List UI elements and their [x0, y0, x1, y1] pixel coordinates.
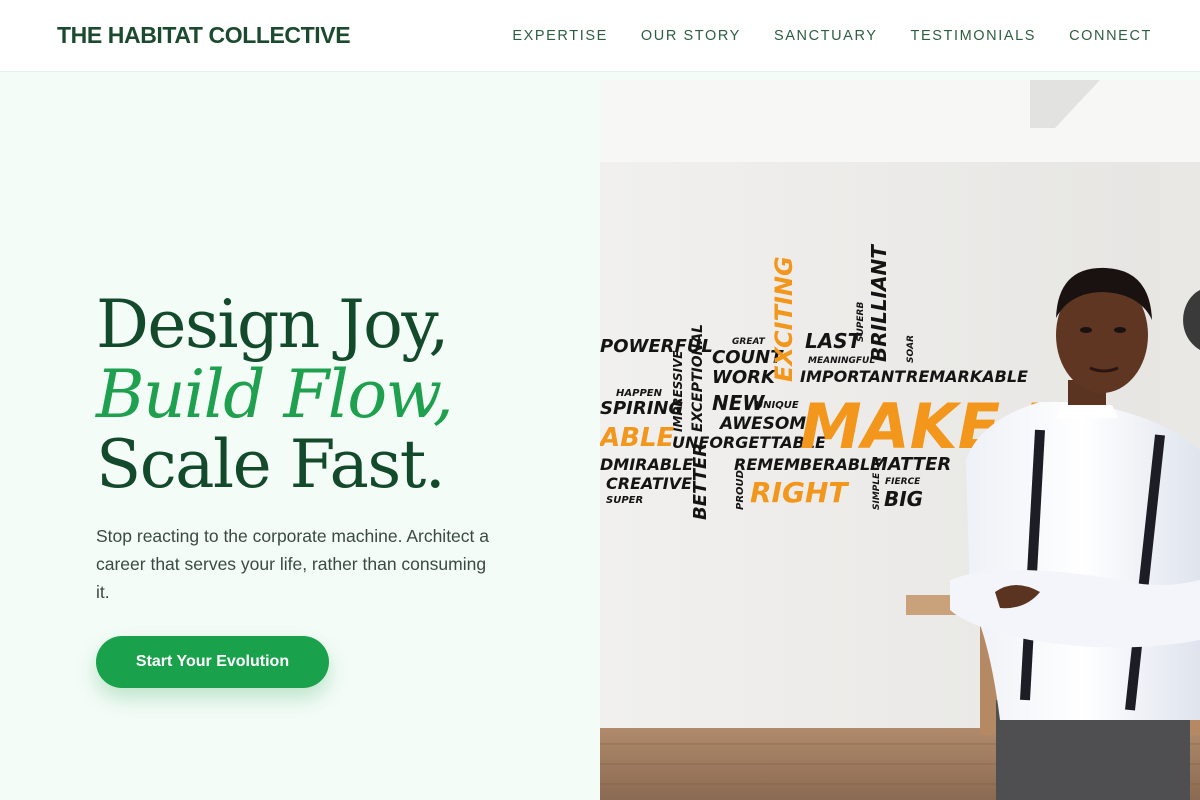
word-super: SUPER — [606, 495, 643, 506]
left-eye — [1080, 327, 1092, 333]
word-right: RIGHT — [750, 476, 849, 509]
word-matter: MATTER — [870, 454, 951, 475]
word-exceptional: EXCEPTIONAL — [690, 324, 706, 432]
word-dmirable: DMIRABLE — [600, 455, 693, 474]
word-meaningful: MEANINGFUL — [808, 356, 875, 366]
word-remarkable: REMARKABLE — [906, 367, 1028, 386]
nav-our-story[interactable]: OUR STORY — [641, 28, 741, 44]
word-better: BETTER — [690, 443, 711, 520]
hero-text: Design Joy, Build Flow, Scale Fast. Stop… — [96, 290, 576, 606]
site-header: THE HABITAT COLLECTIVE EXPERTISE OUR STO… — [0, 0, 1200, 72]
main-nav: EXPERTISE OUR STORY SANCTUARY TESTIMONIA… — [512, 28, 1152, 44]
word-work: WORK — [712, 367, 777, 388]
ceiling — [600, 80, 1200, 162]
collar — [1056, 405, 1118, 418]
word-exciting: EXCITING — [770, 256, 798, 382]
word-big: BIG — [884, 487, 923, 511]
nav-connect[interactable]: CONNECT — [1069, 28, 1152, 44]
word-superb: SUPERB — [856, 302, 866, 342]
nav-expertise[interactable]: EXPERTISE — [512, 28, 608, 44]
start-evolution-button[interactable]: Start Your Evolution — [96, 636, 329, 688]
headline-line-3: Scale Fast. — [96, 426, 446, 503]
word-soar: SOAR — [906, 335, 916, 363]
headline-line-2: Build Flow, — [96, 356, 454, 433]
nav-sanctuary[interactable]: SANCTUARY — [774, 28, 878, 44]
word-unique: UNIQUE — [755, 400, 799, 411]
word-great: GREAT — [732, 337, 766, 347]
word-creative: CREATIVE — [606, 474, 692, 493]
nav-testimonials[interactable]: TESTIMONIALS — [911, 28, 1037, 44]
word-important: IMPORTANT — [800, 367, 906, 386]
word-able: ABLE — [600, 423, 675, 453]
hero-headline: Design Joy, Build Flow, Scale Fast. — [96, 290, 576, 500]
hero-subtext: Stop reacting to the corporate machine. … — [96, 526, 489, 602]
right-eye — [1114, 327, 1126, 333]
word-proud: PROUD — [735, 470, 746, 510]
white-shirt — [966, 402, 1200, 720]
word-simple: SIMPLE — [872, 472, 882, 510]
word-brilliant: BRILLIANT — [867, 244, 891, 362]
word-impressive: IMPRESSIVE — [671, 350, 685, 432]
word-rememberable: REMEMBERABLE — [734, 455, 881, 474]
word-fierce: FIERCE — [885, 477, 921, 487]
word-last: LAST — [805, 329, 863, 353]
hero-photo: POWERFUL GREAT COUNT WORK EXCITING LAST … — [600, 80, 1200, 800]
brand-logo[interactable]: THE HABITAT COLLECTIVE — [57, 22, 351, 49]
headline-line-1: Design Joy, — [96, 286, 449, 363]
office-scene: POWERFUL GREAT COUNT WORK EXCITING LAST … — [600, 80, 1200, 800]
